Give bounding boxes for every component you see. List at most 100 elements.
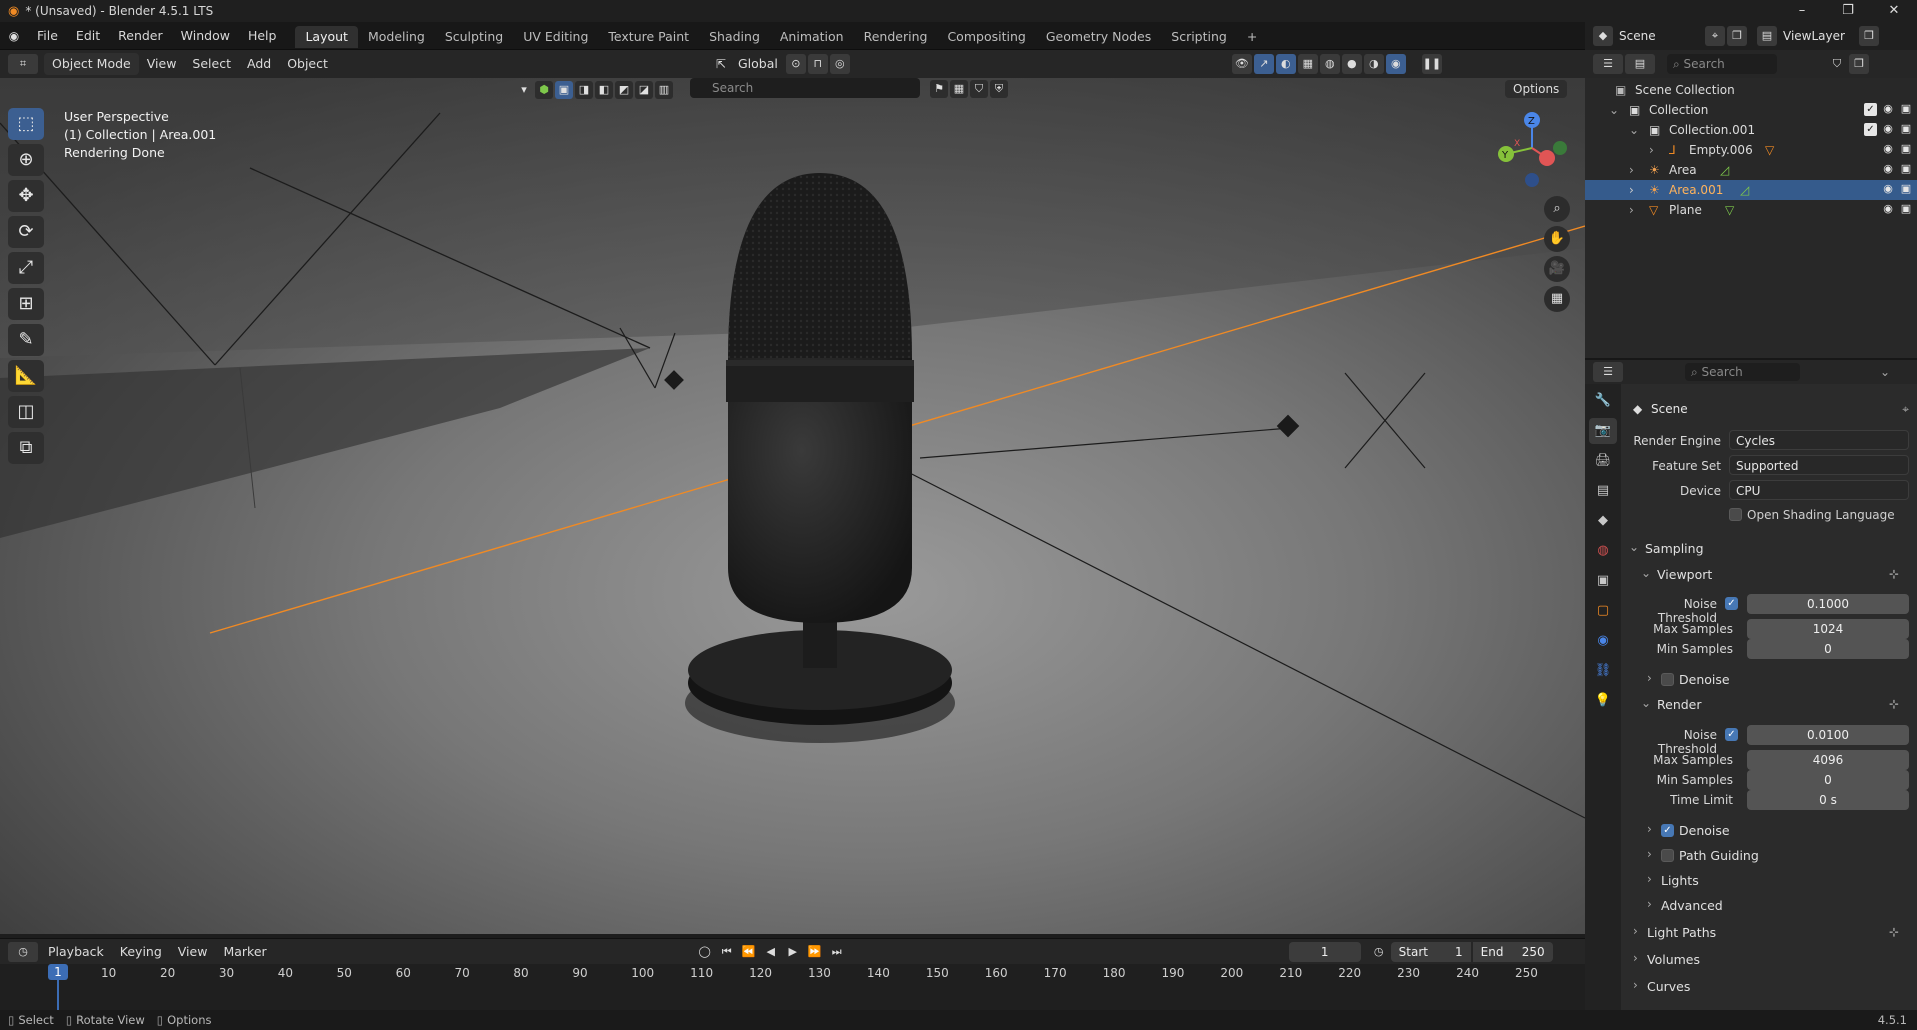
select-subtract-icon[interactable]: ◧ — [595, 81, 613, 99]
chevron-right-icon[interactable]: › — [1633, 951, 1638, 965]
measure-tool-icon[interactable]: 📐 — [8, 360, 44, 392]
menu-window[interactable]: Window — [172, 22, 239, 50]
outliner-row-empty-006[interactable]: › ⅃ Empty.006 ▽ ◉ ▣ — [1585, 140, 1917, 160]
constraints-tab-icon[interactable]: ⛓ — [1589, 658, 1617, 684]
presets-icon[interactable]: ⊹ — [1889, 567, 1899, 581]
outliner-row-area-001[interactable]: › ☀ Area.001 ◿ ◉ ▣ — [1585, 180, 1917, 200]
mode-dropdown[interactable]: Object Mode — [44, 53, 139, 75]
orientation-dropdown[interactable]: Global — [730, 53, 786, 75]
add-workspace-button[interactable]: + — [1237, 26, 1267, 48]
xray-icon[interactable]: ▦ — [1297, 54, 1318, 74]
stopwatch-icon[interactable]: ◷ — [1369, 942, 1389, 962]
axis-navigation-gizmo[interactable]: Z Y X — [1492, 108, 1572, 188]
eye-icon[interactable]: ◉ — [1881, 202, 1895, 216]
tab-animation[interactable]: Animation — [770, 26, 854, 48]
pause-render-icon[interactable]: ❚❚ — [1421, 54, 1442, 74]
r-noise-threshold-field[interactable]: 0.0100 — [1747, 725, 1909, 745]
tool-tab-icon[interactable]: 🔧 — [1589, 388, 1617, 414]
auto-keying-icon[interactable]: ◯ — [695, 942, 715, 962]
menu-object[interactable]: Object — [279, 53, 336, 75]
filter-icon[interactable]: ⛉ — [1827, 54, 1847, 74]
tab-rendering[interactable]: Rendering — [854, 26, 938, 48]
end-frame-field[interactable]: End 250 — [1472, 941, 1553, 962]
filter-funnel-icon[interactable]: ⛉ — [970, 80, 988, 98]
new-collection-icon[interactable]: ❐ — [1849, 54, 1869, 74]
select-intersect-icon[interactable]: ◪ — [635, 81, 653, 99]
volumes-panel-header[interactable]: Volumes — [1647, 952, 1700, 967]
r-max-samples-field[interactable]: 4096 — [1747, 750, 1909, 770]
object-tab-icon[interactable]: ▢ — [1589, 598, 1617, 624]
options-dropdown[interactable]: Options — [1505, 80, 1568, 98]
viewlayer-icon[interactable]: ▤ — [1757, 26, 1777, 46]
outliner-row-collection[interactable]: ⌄ ▣ Collection ✓ ◉ ▣ — [1585, 100, 1917, 120]
maximize-button[interactable]: ❐ — [1825, 0, 1871, 22]
rendered-shading-icon[interactable]: ◉ — [1385, 54, 1406, 74]
transform-tool-icon[interactable]: ⊞ — [8, 288, 44, 320]
chevron-right-icon[interactable]: › — [1647, 847, 1652, 861]
vp-denoise-checkbox[interactable] — [1661, 673, 1674, 686]
menu-render[interactable]: Render — [109, 22, 172, 50]
play-reverse-icon[interactable]: ◀ — [761, 942, 781, 962]
chevron-down-icon[interactable]: ▾ — [515, 81, 533, 99]
view-layer-tab-icon[interactable]: ▤ — [1589, 478, 1617, 504]
chevron-down-icon[interactable]: ⌄ — [1641, 696, 1651, 710]
outliner-row-collection-001[interactable]: ⌄ ▣ Collection.001 ✓ ◉ ▣ — [1585, 120, 1917, 140]
advanced-subpanel-header[interactable]: Advanced — [1661, 898, 1723, 913]
eye-icon[interactable]: ◉ — [1881, 122, 1895, 136]
render-camera-icon[interactable]: ▣ — [1899, 122, 1913, 136]
display-mode-icon[interactable]: ▤ — [1625, 54, 1655, 74]
view-object-types-icon[interactable]: ▥ — [655, 81, 673, 99]
object-types-icon[interactable]: ⬢ — [535, 81, 553, 99]
tab-layout[interactable]: Layout — [295, 26, 358, 48]
tab-sculpting[interactable]: Sculpting — [435, 26, 513, 48]
editor-type-icon[interactable]: ⌗ — [8, 54, 38, 74]
timeline-ruler[interactable]: 10 20 30 40 50 60 70 80 90 100 110 120 130 140 150 160 1… — [0, 964, 1585, 1010]
current-frame-field[interactable]: 1 — [1288, 941, 1361, 962]
vp-noise-threshold-checkbox[interactable]: ✓ — [1725, 597, 1738, 610]
outliner-search-input[interactable]: ⌕ Search — [1667, 54, 1777, 74]
visibility-icon[interactable]: 👁 — [1231, 54, 1252, 74]
3d-viewport[interactable] — [0, 78, 1585, 934]
tab-uv-editing[interactable]: UV Editing — [513, 26, 598, 48]
menu-add[interactable]: Add — [239, 53, 279, 75]
properties-search-input[interactable]: ⌕ Search — [1685, 363, 1800, 381]
pan-hand-icon[interactable]: ✋ — [1544, 226, 1570, 252]
select-mode-icon[interactable]: ▣ — [555, 81, 573, 99]
annotate-tool-icon[interactable]: ✎ — [8, 324, 44, 356]
scene-icon[interactable]: ◆ — [1593, 26, 1613, 46]
r-noise-threshold-checkbox[interactable]: ✓ — [1725, 728, 1738, 741]
new-scene-icon[interactable]: ❐ — [1727, 26, 1747, 46]
move-tool-icon[interactable]: ✥ — [8, 180, 44, 212]
zoom-icon[interactable]: ⌕ — [1544, 196, 1570, 222]
tab-geometry-nodes[interactable]: Geometry Nodes — [1036, 26, 1161, 48]
chevron-right-icon[interactable]: › — [1629, 180, 1634, 200]
viewport-subpanel-header[interactable]: Viewport — [1657, 567, 1712, 582]
lights-subpanel-header[interactable]: Lights — [1661, 873, 1699, 888]
new-viewlayer-icon[interactable]: ❐ — [1859, 26, 1879, 46]
vp-max-samples-field[interactable]: 1024 — [1747, 619, 1909, 639]
neg-z-axis-handle[interactable] — [1525, 173, 1539, 187]
scene-tab-icon[interactable]: ◆ — [1589, 508, 1617, 534]
menu-help[interactable]: Help — [239, 22, 286, 50]
chevron-down-icon[interactable]: ⌄ — [1880, 365, 1890, 379]
exclude-checkbox[interactable]: ✓ — [1864, 103, 1877, 116]
chevron-right-icon[interactable]: › — [1647, 822, 1652, 836]
neg-y-axis-handle[interactable] — [1553, 141, 1567, 155]
menu-select[interactable]: Select — [184, 53, 239, 75]
pin-icon[interactable]: ⌖ — [1705, 26, 1725, 46]
marker-menu[interactable]: Marker — [215, 941, 274, 963]
r-min-samples-field[interactable]: 0 — [1747, 770, 1909, 790]
presets-icon[interactable]: ⊹ — [1889, 925, 1899, 939]
time-limit-field[interactable]: 0 s — [1747, 790, 1909, 810]
eye-icon[interactable]: ◉ — [1881, 102, 1895, 116]
chevron-right-icon[interactable]: › — [1649, 140, 1654, 160]
render-camera-icon[interactable]: ▣ — [1899, 142, 1913, 156]
viewport-search-input[interactable]: Search — [690, 78, 920, 98]
chevron-down-icon[interactable]: ⌄ — [1629, 540, 1639, 554]
properties-editor-type-icon[interactable]: ☰ — [1593, 362, 1623, 382]
tab-compositing[interactable]: Compositing — [937, 26, 1035, 48]
eye-icon[interactable]: ◉ — [1881, 142, 1895, 156]
timeline-view-menu[interactable]: View — [170, 941, 216, 963]
wireframe-shading-icon[interactable]: ◍ — [1319, 54, 1340, 74]
tab-shading[interactable]: Shading — [699, 26, 770, 48]
